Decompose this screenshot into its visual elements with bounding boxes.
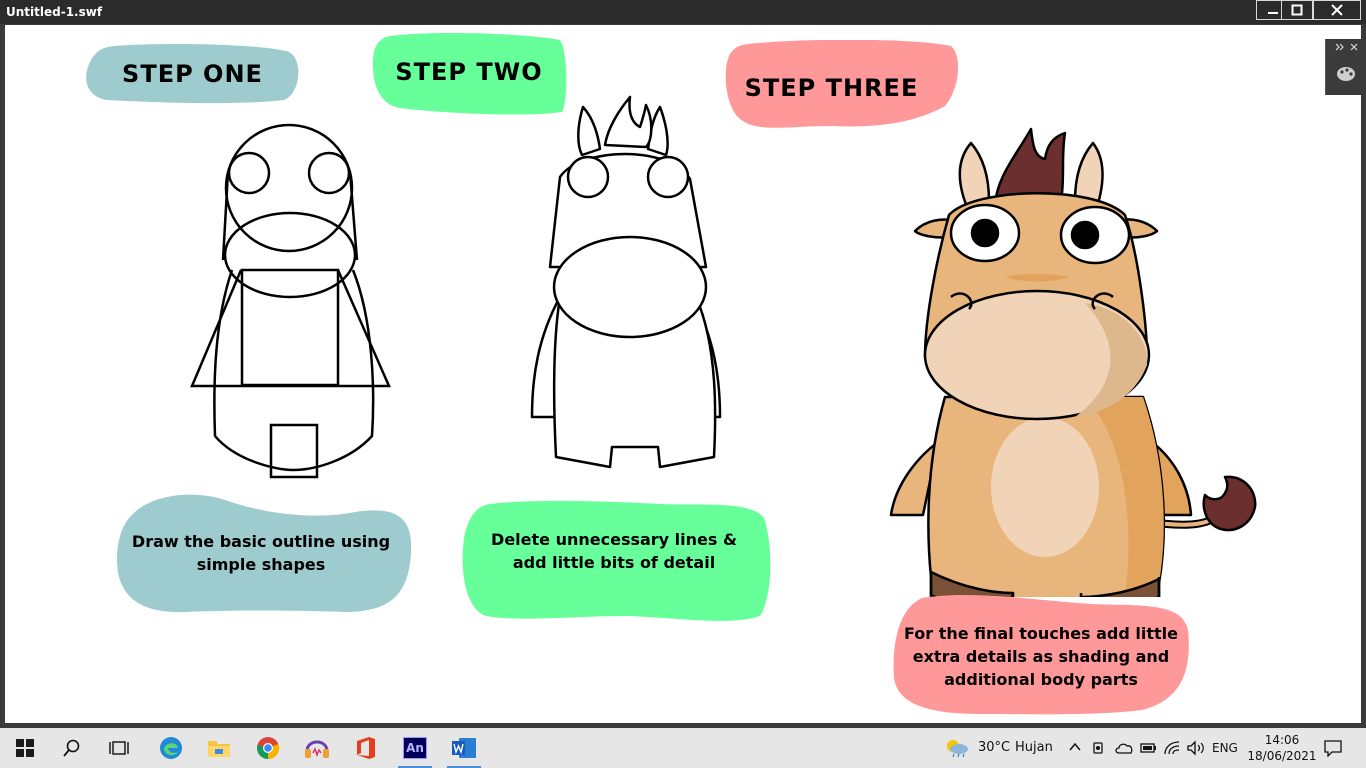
tool-side-panel (1325, 39, 1361, 95)
step-two-caption-text: Delete unnecessary lines & add little bi… (491, 529, 737, 572)
clock-date: 18/06/2021 (1247, 749, 1317, 763)
close-icon (1331, 4, 1343, 16)
task-view-icon (109, 741, 129, 755)
step-one-heading-text: STEP ONE (122, 60, 263, 88)
word-icon (452, 738, 476, 758)
system-clock[interactable]: 14:06 18/06/2021 (1244, 732, 1320, 764)
headphones-app-icon (305, 740, 329, 758)
expand-panel-icon[interactable] (1335, 43, 1358, 51)
step-one-caption: Draw the basic outline using simple shap… (115, 492, 413, 615)
animate-icon: An (403, 737, 427, 759)
word-button[interactable] (441, 728, 487, 768)
step-three-cow-drawing (889, 127, 1257, 597)
step-one-outline-drawing (190, 123, 391, 479)
maximize-button[interactable] (1281, 0, 1313, 20)
clock-time: 14:06 (1264, 733, 1300, 747)
window-title: Untitled-1.swf (6, 5, 103, 19)
animate-icon-label: An (406, 741, 424, 755)
flash-stage: STEP ONE STEP TWO STEP THREE Draw the ba… (5, 25, 1361, 723)
edge-button[interactable] (148, 728, 194, 768)
chrome-button[interactable] (245, 728, 291, 768)
step-two-heading-text: STEP TWO (395, 58, 543, 86)
headphones-app-button[interactable] (294, 728, 340, 768)
step-three-caption-text: For the final touches add little extra d… (903, 624, 1179, 689)
maximize-icon (1291, 4, 1303, 16)
windows-start-button[interactable] (2, 728, 48, 768)
close-button[interactable] (1313, 0, 1361, 20)
notification-center-icon[interactable] (1324, 739, 1342, 757)
volume-icon[interactable] (1186, 740, 1206, 756)
battery-icon[interactable] (1139, 740, 1157, 756)
window-titlebar: Untitled-1.swf (0, 0, 1366, 24)
input-language[interactable]: ENG (1212, 741, 1238, 755)
edge-icon (160, 737, 182, 759)
animate-button[interactable]: An (392, 728, 438, 768)
windows-taskbar: An 30°C Hujan ENG 14:06 18/06/2021 (0, 728, 1366, 768)
windows-start-icon (16, 739, 34, 757)
taskbar-search-button[interactable] (49, 728, 95, 768)
meet-now-icon[interactable] (1092, 740, 1106, 756)
step-one-caption-text: Draw the basic outline using simple shap… (131, 531, 391, 574)
palette-icon[interactable] (1337, 67, 1355, 81)
task-view-button[interactable] (96, 728, 142, 768)
onedrive-cloud-icon[interactable] (1114, 741, 1134, 755)
search-icon (63, 739, 80, 757)
step-three-caption: For the final touches add little extra d… (892, 590, 1190, 715)
office-button[interactable] (343, 728, 389, 768)
office-icon (357, 737, 375, 759)
minimize-icon (1268, 12, 1278, 14)
weather-description[interactable]: Hujan (1015, 740, 1053, 755)
step-two-caption: Delete unnecessary lines & add little bi… (460, 498, 772, 623)
file-explorer-icon (208, 741, 230, 757)
chrome-icon (257, 737, 280, 760)
weather-temperature[interactable]: 30°C (978, 740, 1010, 755)
step-two-outline-drawing (530, 95, 722, 469)
weather-rain-icon[interactable] (944, 738, 970, 758)
file-explorer-button[interactable] (196, 728, 242, 768)
wifi-icon[interactable] (1163, 740, 1181, 756)
step-one-heading: STEP ONE (84, 44, 301, 104)
chevron-up-icon[interactable] (1068, 741, 1082, 753)
